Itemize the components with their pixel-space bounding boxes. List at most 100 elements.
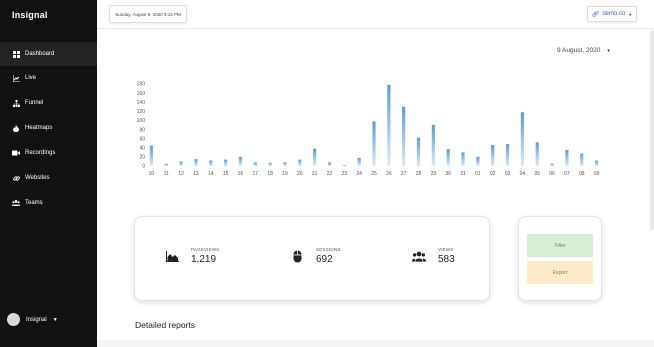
chart-bar[interactable] xyxy=(268,162,272,166)
date-selector-value: 9 August, 2020 xyxy=(557,47,601,54)
chart-bar[interactable] xyxy=(520,112,524,166)
x-tick-label: 10 xyxy=(149,171,155,177)
video-icon xyxy=(12,149,20,157)
export-button[interactable]: Export xyxy=(527,261,593,284)
chart-bar[interactable] xyxy=(313,148,317,166)
chart-bar[interactable] xyxy=(565,150,569,166)
stat-views: VIEWS 583 xyxy=(412,247,455,265)
chart-bar[interactable] xyxy=(298,159,302,166)
chart-bar[interactable] xyxy=(535,142,539,166)
stat-value: 583 xyxy=(438,254,455,265)
y-tick-label: 40 xyxy=(139,145,145,151)
y-tick-label: 60 xyxy=(139,136,145,142)
mouse-icon xyxy=(290,249,304,263)
sidebar-item-label: Teams xyxy=(25,200,43,206)
chart-bar[interactable] xyxy=(194,159,198,166)
caret-down-icon: ▼ xyxy=(52,316,58,323)
chart-bar[interactable] xyxy=(431,125,435,166)
chart-bar[interactable] xyxy=(416,137,421,166)
x-tick-label: 11 xyxy=(164,171,169,177)
link-icon: 🔗︎ xyxy=(591,11,600,18)
x-tick-label: 24 xyxy=(356,171,362,177)
sidebar-item-live[interactable]: Live xyxy=(0,66,97,90)
y-tick-label: 20 xyxy=(139,155,145,161)
dashboard-icon xyxy=(12,50,20,58)
x-tick-label: 26 xyxy=(386,171,392,177)
stats-card: PAGEVIEWS 1,219 SESSIONS 692 VIEWS 583 xyxy=(134,216,490,301)
chart-bar[interactable] xyxy=(446,149,450,166)
actions-card: Filter Export xyxy=(518,216,602,301)
x-tick-label: 28 xyxy=(416,171,422,177)
chart-bar[interactable] xyxy=(491,145,495,166)
chart-bar[interactable] xyxy=(224,159,228,166)
sidebar-item-heatmaps[interactable]: Heatmaps xyxy=(0,116,97,140)
stat-pageviews: PAGEVIEWS 1,219 xyxy=(165,247,219,265)
daily-bar-chart: 020406080100120140160180 10 11 12 13 14 15 16 1… xyxy=(137,82,600,177)
x-tick-label: 14 xyxy=(208,171,214,177)
x-tick-label: 19 xyxy=(282,171,288,177)
sidebar-item-funnel[interactable]: Funnel xyxy=(0,91,97,115)
site-selector-button[interactable]: 🔗︎ demo.co ▼ xyxy=(587,6,637,22)
x-tick-label: 07 xyxy=(564,171,570,177)
chart-bar[interactable] xyxy=(461,152,465,166)
x-tick-label: 12 xyxy=(178,171,184,177)
x-tick-label: 04 xyxy=(520,171,526,177)
x-tick-label: 22 xyxy=(327,171,333,177)
brand-logo[interactable]: Insignal xyxy=(12,10,48,20)
chart-bar[interactable] xyxy=(238,156,243,166)
chart-bar[interactable] xyxy=(342,165,346,166)
y-tick-label: 160 xyxy=(137,91,146,97)
stat-label: VIEWS xyxy=(438,247,454,252)
x-tick-label: 30 xyxy=(445,171,451,177)
chart-bar[interactable] xyxy=(387,84,391,166)
x-tick-label: 31 xyxy=(460,171,466,177)
scrollbar[interactable] xyxy=(650,30,654,230)
users-icon xyxy=(12,199,20,207)
y-tick-label: 100 xyxy=(137,118,146,124)
y-tick-label: 80 xyxy=(139,127,145,133)
chart-bar[interactable] xyxy=(209,160,213,166)
date-selector[interactable]: 9 August, 2020 ▼ xyxy=(557,47,611,54)
chart-bar[interactable] xyxy=(253,162,257,166)
caret-down-icon: ▼ xyxy=(628,11,633,17)
y-tick-label: 180 xyxy=(137,82,146,88)
y-tick-label: 0 xyxy=(142,164,145,170)
x-tick-label: 03 xyxy=(505,171,511,177)
stat-label: SESSIONS xyxy=(316,247,341,252)
x-tick-label: 06 xyxy=(549,171,555,177)
sidebar-item-recordings[interactable]: Recordings xyxy=(0,141,97,165)
stat-value: 1,219 xyxy=(191,254,217,265)
link-icon xyxy=(12,174,20,182)
chart-bar[interactable] xyxy=(327,162,332,166)
x-tick-label: 18 xyxy=(267,171,273,177)
x-tick-label: 02 xyxy=(490,171,496,177)
x-tick-label: 01 xyxy=(475,171,481,177)
chart-bar[interactable] xyxy=(179,161,183,166)
x-tick-label: 16 xyxy=(238,171,244,177)
x-tick-label: 13 xyxy=(193,171,199,177)
chart-bar[interactable] xyxy=(476,156,480,166)
caret-down-icon: ▼ xyxy=(606,48,611,53)
chart-bar[interactable] xyxy=(164,163,168,166)
avatar xyxy=(7,313,20,326)
chart-bar[interactable] xyxy=(149,145,154,167)
header-divider xyxy=(97,28,654,29)
chart-bar[interactable] xyxy=(550,163,554,166)
filter-button[interactable]: Filter xyxy=(527,234,593,257)
sidebar-item-websites[interactable]: Websites xyxy=(0,166,97,190)
chart-bar[interactable] xyxy=(402,106,406,166)
chart-bar[interactable] xyxy=(580,153,584,166)
x-tick-label: 20 xyxy=(297,171,303,177)
detailed-reports-heading: Detailed reports xyxy=(135,320,196,330)
chart-bar[interactable] xyxy=(505,144,510,166)
sidebar-item-label: Funnel xyxy=(25,100,44,106)
chart-bar[interactable] xyxy=(357,157,361,166)
chart-bar[interactable] xyxy=(283,162,287,166)
sidebar-item-dashboard[interactable]: Dashboard xyxy=(0,42,97,66)
x-tick-label: 27 xyxy=(401,171,407,177)
user-menu[interactable]: Insignal ▼ xyxy=(7,313,58,326)
chart-bar[interactable] xyxy=(372,121,376,166)
sidebar-item-teams[interactable]: Teams xyxy=(0,191,97,215)
chart-bar[interactable] xyxy=(594,160,599,166)
sitemap-icon xyxy=(12,99,20,107)
